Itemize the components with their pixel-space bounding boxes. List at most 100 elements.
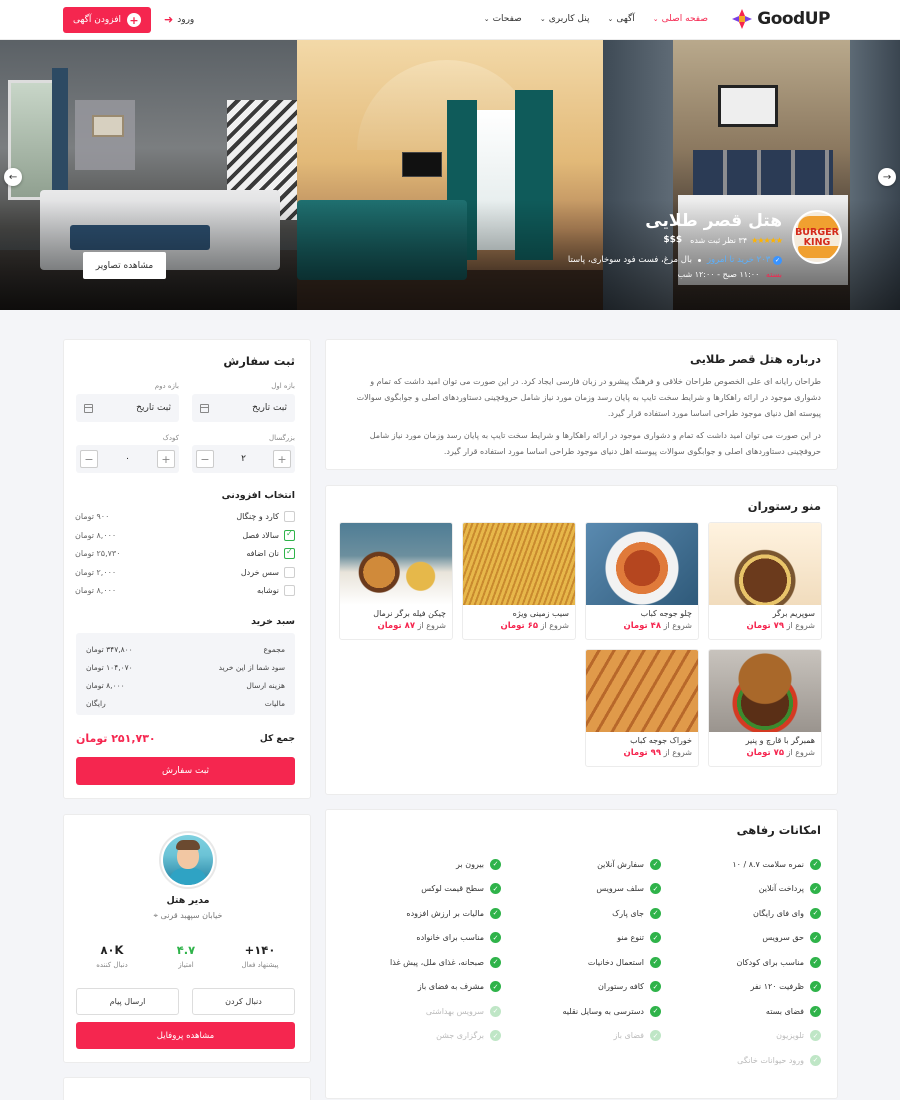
amenity-label: وای فای رایگان bbox=[753, 908, 804, 918]
amenity-item: ✓ سطح قیمت لوکس bbox=[341, 877, 501, 902]
menu-item[interactable]: سیب زمینی ویژه شروع از ۶۵ تومان bbox=[462, 522, 576, 640]
cart-label: مجموع bbox=[263, 644, 285, 654]
addon-name: نان اضافه bbox=[246, 547, 295, 559]
adult-stepper[interactable]: + ۲ − bbox=[192, 445, 295, 473]
purchase-count-text: ۲۰۳ خرید تا امروز bbox=[706, 255, 771, 265]
amenity-item: ✓ مناسب برای کودکان bbox=[661, 950, 821, 975]
nav-pages[interactable]: صفحات ⌄ bbox=[484, 14, 522, 24]
checkbox-icon[interactable] bbox=[284, 585, 295, 596]
gallery-next-arrow-icon[interactable]: → bbox=[878, 168, 896, 186]
review-count[interactable]: ۳۴ نظر ثبت شده bbox=[690, 236, 747, 245]
addon-name: سس خردل bbox=[241, 566, 295, 578]
child-value: ۰ bbox=[125, 454, 130, 464]
check-circle-icon: ✓ bbox=[490, 956, 501, 968]
amenity-item: ✓ کافه رستوران bbox=[501, 975, 661, 1000]
grilled-chicken-dish-image bbox=[586, 650, 698, 732]
amenity-item: ✓ سلف سرویس bbox=[501, 877, 661, 902]
amenity-item: ✓ مالیات بر ارزش افزوده bbox=[341, 901, 501, 926]
avatar[interactable] bbox=[159, 831, 217, 889]
addon-option[interactable]: نوشابه ۸,۰۰۰ تومان bbox=[75, 585, 295, 596]
cart-row: مجموع ۳۴۷,۸۰۰ تومان bbox=[86, 640, 285, 658]
cart-label: مالیات bbox=[264, 698, 285, 708]
checkbox-icon[interactable] bbox=[284, 566, 295, 578]
nav-home-label: صفحه اصلی bbox=[661, 14, 708, 24]
restaurant-logo: BURGER KING bbox=[792, 210, 842, 264]
menu-item[interactable]: چیکن فیله برگر نرمال شروع از ۸۷ تومان bbox=[339, 522, 453, 640]
addon-label: نان اضافه bbox=[246, 549, 279, 558]
menu-item[interactable]: چلو جوجه کباب شروع از ۴۸ تومان bbox=[585, 522, 699, 640]
listing-rating: ★★★★★ ۳۴ نظر ثبت شده $$$ bbox=[663, 235, 783, 245]
check-circle-icon: ✓ bbox=[650, 907, 661, 919]
burger-dish-image bbox=[709, 523, 821, 605]
amenity-label: مشرف به فضای باز bbox=[417, 982, 484, 992]
amenity-item: ✓ ورود حیوانات خانگی bbox=[661, 1048, 821, 1073]
amenity-label: برگزاری جشن bbox=[436, 1031, 484, 1041]
dish-price: شروع از ۶۵ تومان bbox=[463, 620, 575, 632]
gallery-prev-arrow-icon[interactable]: ← bbox=[4, 168, 22, 186]
cart-row: مالیات رایگان bbox=[86, 694, 285, 712]
addon-option[interactable]: نان اضافه ۲۵,۷۳۰ تومان bbox=[75, 547, 295, 559]
cart-value: ۳۴۷,۸۰۰ تومان bbox=[86, 644, 133, 654]
stat-label: امتیاز bbox=[178, 961, 194, 969]
login-link[interactable]: ورود ➜ bbox=[164, 13, 194, 26]
follow-button[interactable]: دنبال کردن bbox=[192, 988, 295, 1015]
date-field-1[interactable]: ثبت تاریخ bbox=[192, 394, 295, 422]
decrement-button[interactable]: − bbox=[80, 450, 98, 468]
addon-price: ۹۰۰ تومان bbox=[75, 512, 110, 521]
owner-address: خیابان سپهبد قرنی ⌖ bbox=[64, 911, 312, 921]
addon-name: کارد و چنگال bbox=[236, 511, 295, 522]
top-header: GoodUP صفحه اصلی ⌄ آگهی ⌄ پنل کاربری ⌄ صفحا… bbox=[0, 0, 900, 40]
addon-option[interactable]: سس خردل ۲,۰۰۰ تومان bbox=[75, 566, 295, 578]
check-circle-icon: ✓ bbox=[810, 883, 821, 895]
dish-price: شروع از ۸۷ تومان bbox=[340, 620, 452, 632]
price-prefix: شروع از bbox=[786, 621, 815, 630]
amenity-label: سفارش آنلاین bbox=[597, 859, 644, 869]
price-value: ۹۹ تومان bbox=[623, 748, 662, 758]
amenity-label: صبحانه، غذای ملل، پیش غذا bbox=[390, 957, 484, 967]
amenity-item: ✓ وای فای رایگان bbox=[661, 901, 821, 926]
amenity-item: ✓ صبحانه، غذای ملل، پیش غذا bbox=[341, 950, 501, 975]
addon-option[interactable]: سالاد فصل ۸,۰۰۰ تومان bbox=[75, 529, 295, 541]
increment-button[interactable]: + bbox=[157, 450, 175, 468]
menu-item[interactable]: خوراک جوجه کباب شروع از ۹۹ تومان bbox=[585, 649, 699, 767]
nav-dashboard[interactable]: پنل کاربری ⌄ bbox=[540, 14, 590, 24]
price-value: ۷۹ تومان bbox=[746, 621, 785, 631]
view-photos-button[interactable]: مشاهده تصاویر bbox=[83, 252, 166, 279]
amenity-item: ✓ حق سرویس bbox=[661, 926, 821, 951]
checkbox-icon[interactable] bbox=[284, 529, 295, 541]
status-badge: بسته bbox=[765, 270, 782, 279]
price-value: ۴۸ تومان bbox=[623, 621, 662, 631]
brand-logo[interactable]: GoodUP bbox=[731, 8, 830, 30]
menu-item[interactable]: همبرگر با قارچ و پنیر شروع از ۷۵ تومان bbox=[708, 649, 822, 767]
range1-label: بازه اول bbox=[271, 382, 295, 390]
date-field-2[interactable]: ثبت تاریخ bbox=[76, 394, 179, 422]
addon-price: ۲۵,۷۳۰ تومان bbox=[75, 549, 121, 558]
chicken-burger-dish-image bbox=[340, 523, 452, 605]
menu-item[interactable]: سوپریم برگر شروع از ۷۹ تومان bbox=[708, 522, 822, 640]
stat-active-offers: ۱۴۰+ پیشنهاد فعال bbox=[230, 943, 290, 969]
check-circle-icon: ✓ bbox=[810, 981, 821, 993]
total-value: ۲۵۱,۷۳۰ تومان bbox=[76, 732, 156, 745]
increment-button[interactable]: + bbox=[273, 450, 291, 468]
add-listing-button[interactable]: + افزودن آگهی bbox=[63, 7, 151, 33]
cart-label: سود شما از این خرید bbox=[218, 662, 285, 672]
address-text: خیابان سپهبد قرنی bbox=[160, 911, 223, 920]
owner-name: مدیر هتل bbox=[166, 895, 210, 906]
view-profile-button[interactable]: مشاهده پروفایل bbox=[76, 1022, 295, 1049]
addon-option[interactable]: کارد و چنگال ۹۰۰ تومان bbox=[75, 511, 295, 522]
dish-price: شروع از ۴۸ تومان bbox=[586, 620, 698, 632]
checkbox-icon[interactable] bbox=[284, 511, 295, 522]
amenity-label: تلویزیون bbox=[776, 1031, 804, 1041]
chevron-down-icon: ⌄ bbox=[652, 15, 659, 23]
nav-listings[interactable]: آگهی ⌄ bbox=[607, 14, 634, 24]
amenity-label: جای پارک bbox=[612, 908, 644, 918]
price-value: ۶۵ تومان bbox=[500, 621, 539, 631]
check-circle-icon: ✓ bbox=[490, 932, 501, 944]
decrement-button[interactable]: − bbox=[196, 450, 214, 468]
amenity-label: سطح قیمت لوکس bbox=[421, 884, 484, 894]
child-stepper[interactable]: + ۰ − bbox=[76, 445, 179, 473]
send-message-button[interactable]: ارسال پیام bbox=[76, 988, 179, 1015]
nav-home[interactable]: صفحه اصلی ⌄ bbox=[653, 14, 708, 24]
submit-order-button[interactable]: ثبت سفارش bbox=[76, 757, 295, 785]
checkbox-icon[interactable] bbox=[284, 547, 295, 559]
